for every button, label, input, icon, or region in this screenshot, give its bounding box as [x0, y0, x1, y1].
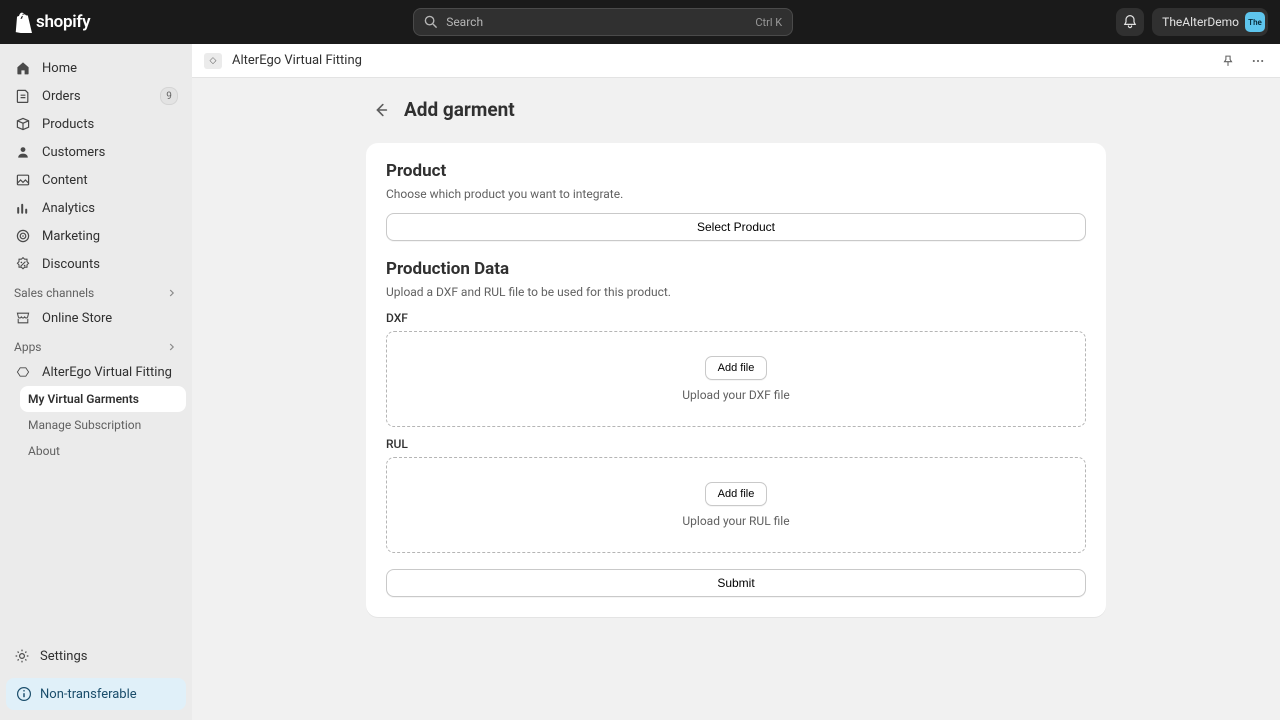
gear-icon [14, 648, 30, 664]
production-desc: Upload a DXF and RUL file to be used for… [386, 285, 1086, 299]
chevron-right-icon [166, 341, 178, 353]
main: ◇ AlterEgo Virtual Fitting Add garment P… [192, 44, 1280, 720]
sidebar-subitem-manage-subscription[interactable]: Manage Subscription [20, 412, 186, 438]
info-icon [16, 686, 32, 702]
bell-icon [1122, 14, 1138, 30]
chevron-right-icon [166, 287, 178, 299]
store-icon [14, 309, 32, 327]
products-icon [14, 115, 32, 133]
discounts-icon [14, 255, 32, 273]
notifications-button[interactable] [1116, 8, 1144, 36]
sidebar-item-discounts[interactable]: Discounts [6, 250, 186, 278]
rul-dropzone[interactable]: Add file Upload your RUL file [386, 457, 1086, 553]
sidebar-item-online-store[interactable]: Online Store [6, 304, 186, 332]
sidebar-item-label: About [28, 444, 60, 458]
sidebar-item-alterego-app[interactable]: AlterEgo Virtual Fitting [6, 358, 186, 386]
product-desc: Choose which product you want to integra… [386, 187, 1086, 201]
sidebar-subitem-about[interactable]: About [20, 438, 186, 464]
more-button[interactable] [1248, 51, 1268, 71]
rul-add-file-button[interactable]: Add file [705, 482, 768, 506]
home-icon [14, 59, 32, 77]
page-title: Add garment [404, 98, 515, 121]
sidebar-item-label: Online Store [42, 311, 112, 326]
customers-icon [14, 143, 32, 161]
production-heading: Production Data [386, 259, 1086, 279]
app-header: ◇ AlterEgo Virtual Fitting [192, 44, 1280, 78]
sidebar-item-label: Home [42, 61, 77, 76]
search-input[interactable]: Search Ctrl K [413, 8, 793, 36]
sidebar-item-label: My Virtual Garments [28, 392, 139, 406]
analytics-icon [14, 199, 32, 217]
sidebar-item-label: Analytics [42, 201, 95, 216]
pin-button[interactable] [1218, 51, 1238, 71]
sidebar-item-label: Customers [42, 145, 105, 160]
dxf-hint: Upload your DXF file [682, 388, 789, 402]
back-button[interactable] [370, 99, 392, 121]
sidebar-item-label: Manage Subscription [28, 418, 141, 432]
sidebar-item-label: Content [42, 173, 88, 188]
search-icon [424, 15, 438, 29]
username: TheAlterDemo [1162, 15, 1239, 29]
sidebar-item-orders[interactable]: Orders 9 [6, 82, 186, 110]
app-icon [14, 363, 32, 381]
arrow-left-icon [372, 101, 390, 119]
more-horizontal-icon [1251, 54, 1265, 68]
content-icon [14, 171, 32, 189]
submit-button[interactable]: Submit [386, 569, 1086, 597]
user-menu[interactable]: TheAlterDemo The [1152, 8, 1268, 36]
sidebar: Home Orders 9 Products Customers Content… [0, 44, 192, 720]
shopify-wordmark: shopify [36, 12, 90, 32]
dxf-add-file-button[interactable]: Add file [705, 356, 768, 380]
search-placeholder: Search [446, 15, 483, 29]
sidebar-item-label: AlterEgo Virtual Fitting [42, 365, 172, 380]
sidebar-item-marketing[interactable]: Marketing [6, 222, 186, 250]
sidebar-item-products[interactable]: Products [6, 110, 186, 138]
sidebar-item-customers[interactable]: Customers [6, 138, 186, 166]
rul-hint: Upload your RUL file [682, 514, 789, 528]
sidebar-item-content[interactable]: Content [6, 166, 186, 194]
rul-label: RUL [386, 437, 1086, 451]
main-card: Product Choose which product you want to… [366, 143, 1106, 617]
sidebar-item-label: Marketing [42, 229, 100, 244]
sidebar-item-label: Settings [40, 649, 87, 664]
dxf-label: DXF [386, 311, 1086, 325]
sidebar-item-home[interactable]: Home [6, 54, 186, 82]
search-shortcut: Ctrl K [755, 16, 782, 29]
shopify-bag-icon [12, 11, 32, 33]
pin-icon [1221, 54, 1235, 68]
sidebar-item-label: Discounts [42, 257, 100, 272]
non-transferable-pill[interactable]: Non-transferable [6, 678, 186, 710]
apps-header[interactable]: Apps [6, 332, 186, 358]
marketing-icon [14, 227, 32, 245]
shopify-logo[interactable]: shopify [12, 11, 90, 33]
dxf-dropzone[interactable]: Add file Upload your DXF file [386, 331, 1086, 427]
sidebar-subitem-my-virtual-garments[interactable]: My Virtual Garments [20, 386, 186, 412]
avatar: The [1245, 12, 1265, 32]
select-product-button[interactable]: Select Product [386, 213, 1086, 241]
app-header-icon: ◇ [204, 53, 222, 69]
orders-icon [14, 87, 32, 105]
app-header-name: AlterEgo Virtual Fitting [232, 53, 362, 68]
topbar: shopify Search Ctrl K TheAlterDemo The [0, 0, 1280, 44]
sidebar-item-settings[interactable]: Settings [6, 642, 186, 670]
sidebar-item-label: Products [42, 117, 94, 132]
sidebar-item-label: Orders [42, 89, 81, 104]
sidebar-item-analytics[interactable]: Analytics [6, 194, 186, 222]
sales-channels-header[interactable]: Sales channels [6, 278, 186, 304]
orders-badge: 9 [160, 87, 178, 105]
product-heading: Product [386, 161, 1086, 181]
